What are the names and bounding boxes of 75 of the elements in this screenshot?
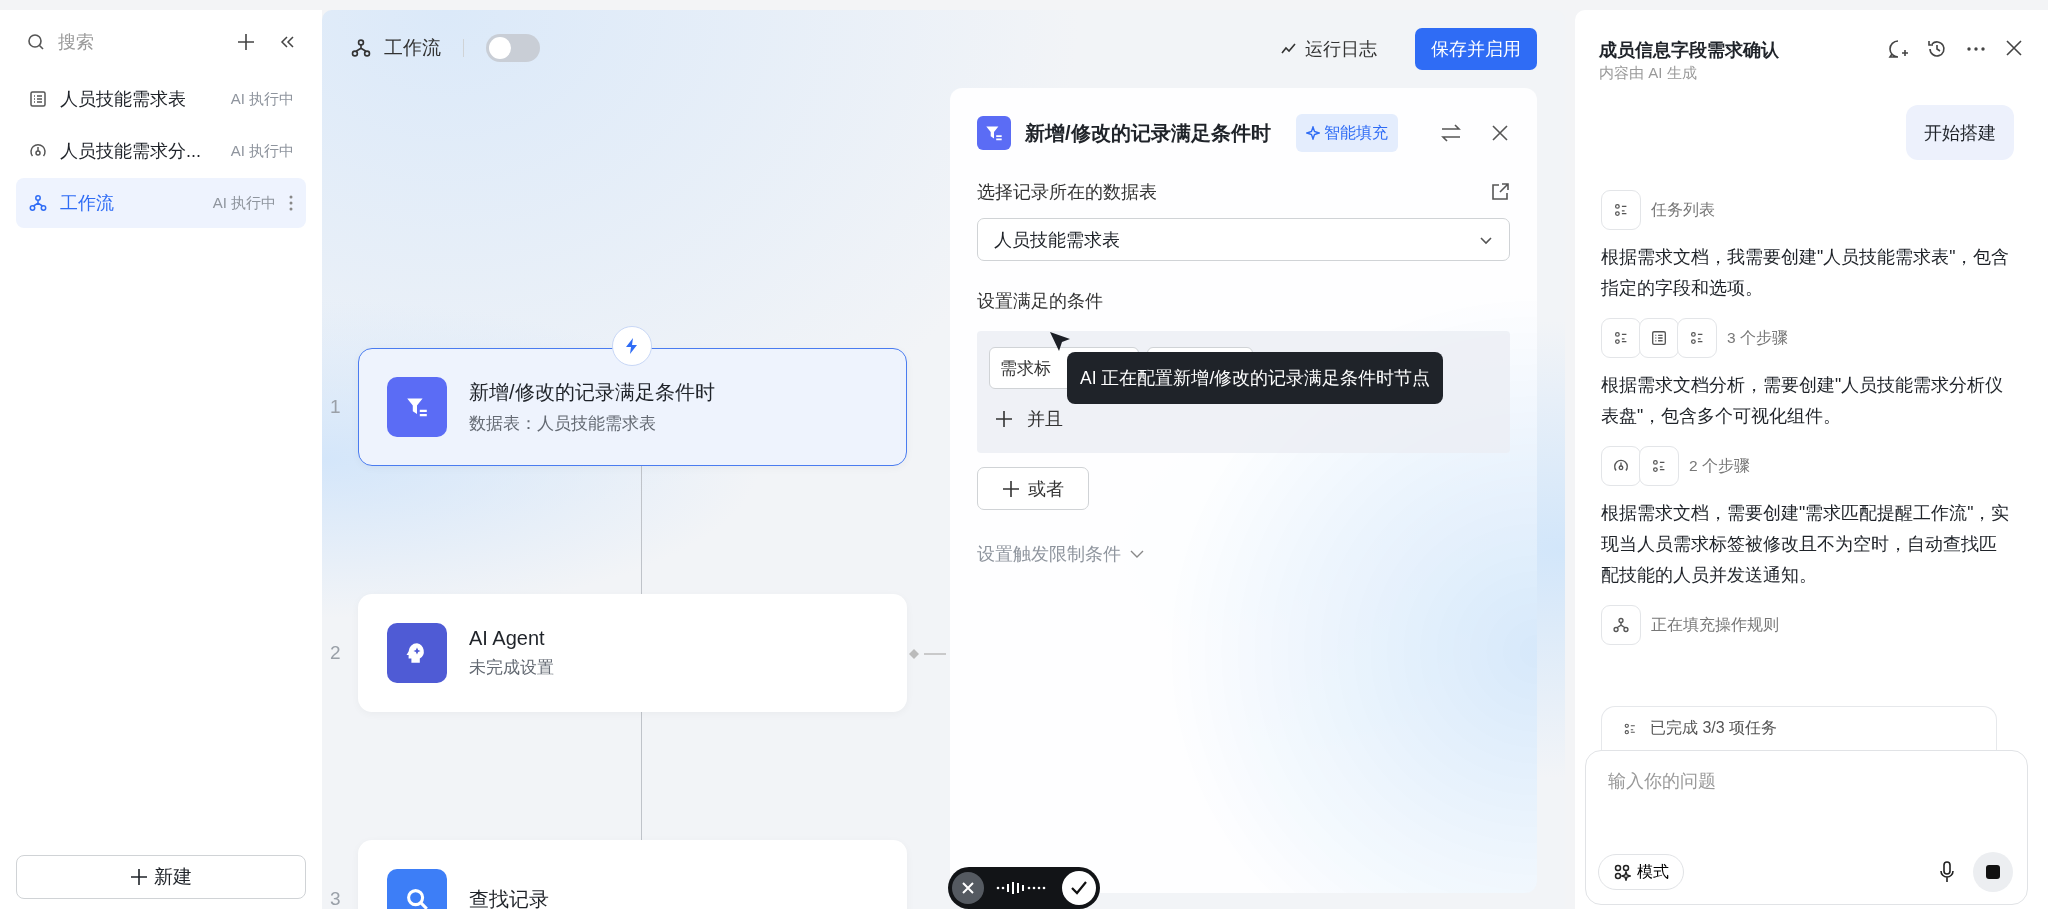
user-message: 开始搭建 xyxy=(1906,105,2014,160)
field-label: 选择记录所在的数据表 xyxy=(977,181,1157,204)
smart-fill-button[interactable]: 智能填充 xyxy=(1296,114,1398,152)
lightning-icon xyxy=(612,326,652,366)
sidebar-item[interactable]: 人员技能需求分... AI 执行中 xyxy=(16,126,306,176)
search-field[interactable]: 搜索 xyxy=(26,30,214,54)
save-button[interactable]: 保存并启用 xyxy=(1415,28,1537,70)
tooltip: AI 正在配置新增/修改的记录满足条件时节点 xyxy=(1067,352,1444,404)
plus-icon xyxy=(1002,479,1020,498)
node-subtitle: 未完成设置 xyxy=(469,657,554,679)
ai-message: 根据需求文档分析，需要创建"人员技能需求分析仪表盘"，包含多个可视化组件。 xyxy=(1601,374,2005,428)
history-icon[interactable] xyxy=(1926,38,1948,60)
step-number: 1 xyxy=(330,396,342,418)
stop-button[interactable] xyxy=(1973,852,2013,892)
sparkle-icon xyxy=(1306,126,1320,140)
table-icon xyxy=(28,89,48,109)
new-chat-icon[interactable] xyxy=(1887,38,1909,60)
step-label[interactable]: 正在填充操作规则 xyxy=(1651,614,1779,636)
confirm-icon[interactable] xyxy=(1062,871,1096,905)
step-label[interactable]: 3 个步骤 xyxy=(1727,327,1788,349)
status-text: AI 执行中 xyxy=(230,141,294,161)
node-title: 新增/修改的记录满足条件时 xyxy=(469,380,715,405)
workflow-icon xyxy=(1612,616,1630,634)
and-button[interactable]: 并且 xyxy=(989,399,1069,439)
workflow-title: 工作流 xyxy=(384,36,441,60)
plus-icon xyxy=(995,410,1013,428)
workflow-node[interactable]: 查找记录 xyxy=(358,840,907,909)
chevron-down-icon xyxy=(1129,549,1145,559)
search-icon xyxy=(26,32,46,52)
item-label: 人员技能需求表 xyxy=(60,88,187,111)
mode-button[interactable]: 模式 xyxy=(1598,854,1684,890)
panel-title: 新增/修改的记录满足条件时 xyxy=(1025,120,1272,146)
close-icon[interactable] xyxy=(2004,38,2024,58)
item-label: 工作流 xyxy=(60,192,115,215)
workflow-node[interactable]: 新增/修改的记录满足条件时 数据表：人员技能需求表 xyxy=(358,348,907,466)
item-label: 人员技能需求分... xyxy=(60,140,202,163)
plus-icon xyxy=(130,868,148,886)
summary-text: 已完成 3/3 项任务 xyxy=(1650,718,1778,738)
status-text: AI 执行中 xyxy=(212,193,276,213)
close-icon[interactable] xyxy=(1490,123,1510,143)
table-icon xyxy=(1650,329,1668,347)
cancel-icon[interactable] xyxy=(952,872,984,904)
node-title: AI Agent xyxy=(469,627,546,650)
ai-message: 根据需求文档，我需要创建"人员技能需求表"，包含指定的字段和选项。 xyxy=(1601,246,2011,300)
trend-icon xyxy=(1281,43,1297,55)
search-input[interactable]: 搜索 xyxy=(56,30,210,54)
microphone-icon[interactable] xyxy=(1939,861,1955,883)
chevron-down-icon xyxy=(1479,234,1493,245)
step-label[interactable]: 任务列表 xyxy=(1651,199,1715,221)
conditions-label: 设置满足的条件 xyxy=(977,290,1103,313)
step-label[interactable]: 2 个步骤 xyxy=(1689,455,1750,477)
or-button[interactable]: 或者 xyxy=(977,467,1089,510)
apps-sparkle-icon xyxy=(1613,863,1631,881)
run-log-button[interactable]: 运行日志 xyxy=(1275,36,1383,62)
workflow-icon xyxy=(28,193,48,213)
new-button[interactable]: 新建 xyxy=(16,855,306,899)
table-select[interactable]: 人员技能需求表 xyxy=(977,218,1510,261)
cursor-icon xyxy=(1049,331,1071,353)
node-subtitle: 数据表：人员技能需求表 xyxy=(469,413,657,435)
plus-icon[interactable] xyxy=(236,32,256,52)
step-number: 2 xyxy=(330,642,342,664)
status-text: AI 执行中 xyxy=(230,89,294,109)
ai-message: 根据需求文档，需要创建"需求匹配提醒工作流"，实现当人员需求标签被修改且不为空时，自动查找匹配技能的人员并发送通知。 xyxy=(1601,502,2011,587)
chat-subtitle: 内容由 AI 生成 xyxy=(1599,64,1698,83)
chat-title: 成员信息字段需求确认 xyxy=(1599,39,1780,62)
workflow-icon xyxy=(350,37,372,59)
node-title: 查找记录 xyxy=(469,886,549,909)
sidebar-item[interactable]: 人员技能需求表 AI 执行中 xyxy=(16,74,306,124)
step-number: 3 xyxy=(330,888,342,909)
external-link-icon[interactable] xyxy=(1490,182,1510,202)
sidebar-item[interactable]: 工作流 AI 执行中 xyxy=(16,178,306,228)
chat-input[interactable]: 输入你的问题 模式 xyxy=(1585,750,2028,905)
swap-icon[interactable] xyxy=(1440,123,1462,143)
toggle-switch[interactable] xyxy=(486,34,540,62)
task-summary-card[interactable]: 已完成 3/3 项任务 xyxy=(1601,706,1997,750)
